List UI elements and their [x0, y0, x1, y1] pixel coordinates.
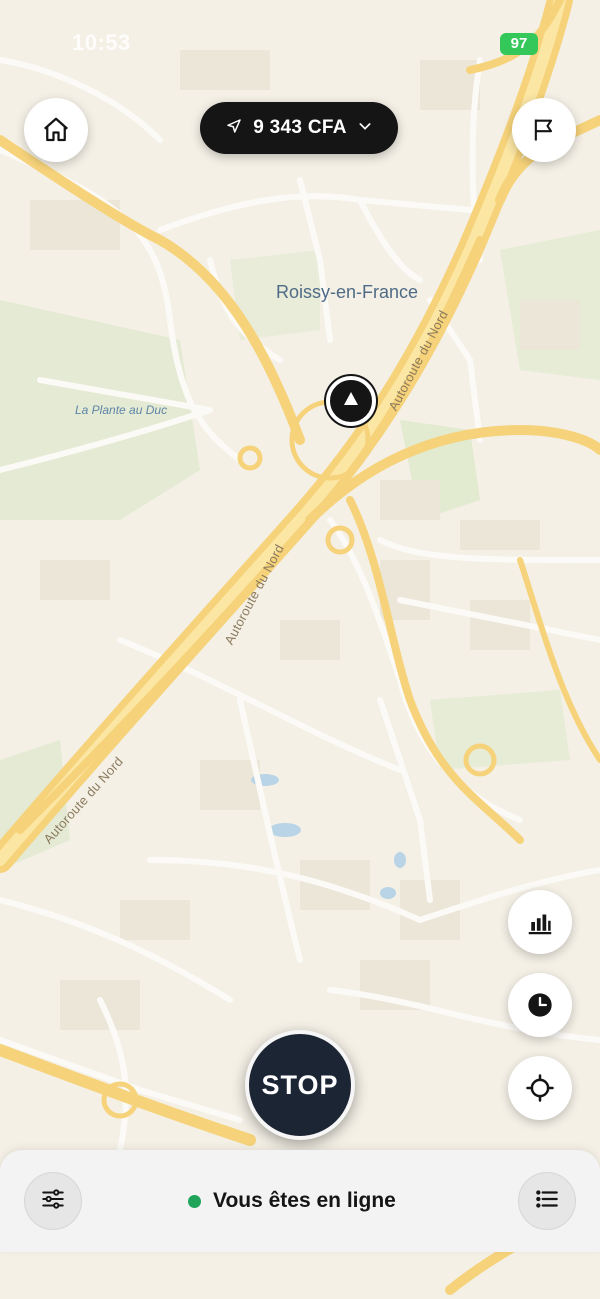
online-status-text: Vous êtes en ligne — [213, 1189, 396, 1212]
earnings-selector[interactable]: 9 343 CFA — [200, 102, 398, 154]
home-icon — [41, 115, 71, 145]
list-icon — [534, 1186, 560, 1217]
city-label: Roissy-en-France — [276, 282, 419, 302]
statistics-button[interactable] — [508, 890, 572, 954]
battery-indicator: 97 — [500, 33, 538, 55]
flag-icon — [530, 116, 558, 144]
navigation-arrow-icon — [225, 117, 243, 140]
area-label: La Plante au Duc — [75, 403, 168, 417]
bar-chart-icon — [525, 907, 555, 937]
status-bar: 10:53 97 — [0, 0, 600, 90]
bottom-status-bar: Vous êtes en ligne — [0, 1150, 600, 1252]
home-indicator-area — [0, 1252, 600, 1299]
earnings-amount: 9 343 CFA — [253, 117, 347, 138]
online-status: Vous êtes en ligne — [188, 1186, 396, 1216]
sliders-icon — [40, 1186, 66, 1217]
heading-arrow-icon — [343, 391, 359, 412]
history-button[interactable] — [508, 973, 572, 1037]
online-indicator-dot — [188, 1194, 201, 1208]
status-time: 10:53 — [72, 30, 131, 55]
stop-button[interactable]: STOP — [245, 1030, 355, 1140]
current-location-marker — [326, 376, 376, 426]
recenter-location-button[interactable] — [508, 1056, 572, 1120]
chevron-down-icon — [357, 118, 373, 139]
settings-button[interactable] — [24, 1172, 82, 1230]
menu-list-button[interactable] — [518, 1172, 576, 1230]
crosshair-icon — [525, 1073, 555, 1103]
clock-icon — [526, 991, 554, 1019]
home-button[interactable] — [24, 98, 88, 162]
destination-flag-button[interactable] — [512, 98, 576, 162]
